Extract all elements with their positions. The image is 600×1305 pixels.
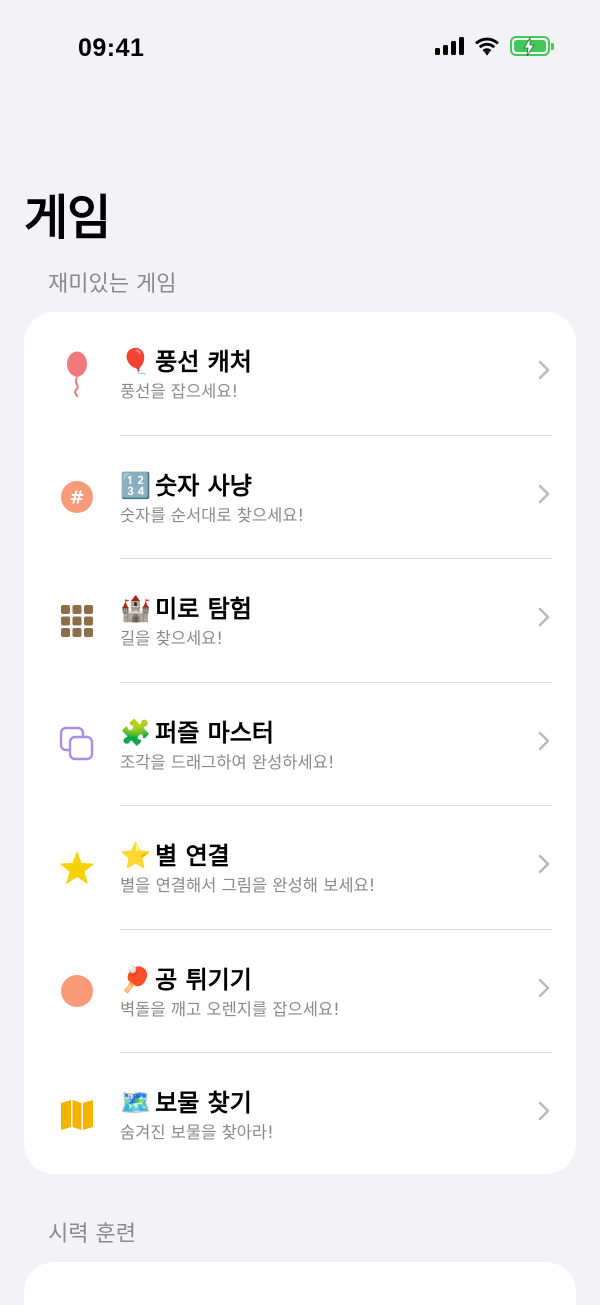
section-header-fun-games: 재미있는 게임 [48, 272, 177, 297]
item-subtitle: 숫자를 순서대로 찾으세요! [120, 505, 305, 525]
chevron-right-icon [538, 607, 550, 627]
circle-icon [54, 930, 100, 1054]
item-title: 🎈 풍선 캐처 [120, 347, 252, 376]
list-item-number-hunt[interactable]: # 🔢 숫자 사냥 숫자를 순서대로 찾으세요! [24, 436, 576, 560]
chevron-right-icon [538, 360, 550, 380]
list-item-maze-explore[interactable]: 🏰 미로 탐험 길을 찾으세요! [24, 559, 576, 683]
chevron-right-icon [538, 978, 550, 997]
wifi-icon [475, 37, 499, 56]
map-icon [54, 1053, 100, 1174]
chevron-right-icon [538, 1101, 550, 1121]
chevron-right-icon [538, 484, 550, 503]
status-bar: 09:41 [0, 0, 600, 96]
star-icon [54, 806, 100, 930]
chevron-right-icon [538, 854, 550, 874]
item-subtitle: 벽돌을 깨고 오렌지를 잡으세요! [120, 999, 340, 1019]
item-subtitle: 숨겨진 보물을 찾아라! [120, 1123, 274, 1142]
item-subtitle: 길을 찾으세요! [120, 629, 223, 648]
item-title: 🧩 퍼즐 마스터 [120, 717, 274, 747]
squares-stack-icon [54, 683, 100, 807]
list-item-star-connect[interactable]: ⭐ 별 연결 별을 연결해서 그림을 완성해 보세요! [24, 806, 576, 930]
number-hash-icon: # [54, 436, 100, 560]
item-title: 🔢 숫자 사냥 [120, 470, 252, 500]
status-time: 09:41 [78, 34, 145, 62]
balloon-icon [54, 312, 100, 436]
list-item-puzzle-master[interactable]: 🧩 퍼즐 마스터 조각을 드래그하여 완성하세요! [24, 683, 576, 807]
list-item-ball-bounce[interactable]: 🏓 공 튀기기 벽돌을 깨고 오렌지를 잡으세요! [24, 930, 576, 1054]
list-item-treasure-hunt[interactable]: 🗺️ 보물 찾기 숨겨진 보물을 찾아라! [24, 1053, 576, 1174]
item-subtitle: 조각을 드래그하여 완성하세요! [120, 752, 335, 772]
item-subtitle: 별을 연결해서 그림을 완성해 보세요! [120, 876, 376, 895]
grid-icon [54, 559, 100, 683]
chevron-right-icon [538, 731, 550, 750]
item-title: 🏓 공 튀기기 [120, 964, 252, 994]
svg-text:#: # [69, 488, 84, 509]
cellular-signal-icon [435, 37, 464, 55]
battery-icon [510, 36, 554, 57]
item-subtitle: 풍선을 잡으세요! [120, 382, 239, 401]
section-header-vision-training: 시력 훈련 [48, 1222, 136, 1247]
list-item-balloon-catcher[interactable]: 🎈 풍선 캐처 풍선을 잡으세요! [24, 312, 576, 436]
item-title: 🗺️ 보물 찾기 [120, 1088, 252, 1117]
item-title: ⭐ 별 연결 [120, 841, 230, 870]
status-icons [435, 36, 554, 57]
vision-training-list [24, 1262, 576, 1305]
games-list: 🎈 풍선 캐처 풍선을 잡으세요! # 🔢 숫자 사냥 숫자를 순서대로 찾으세요! [24, 312, 576, 1174]
page-title: 게임 [24, 190, 111, 246]
item-title: 🏰 미로 탐험 [120, 594, 252, 623]
